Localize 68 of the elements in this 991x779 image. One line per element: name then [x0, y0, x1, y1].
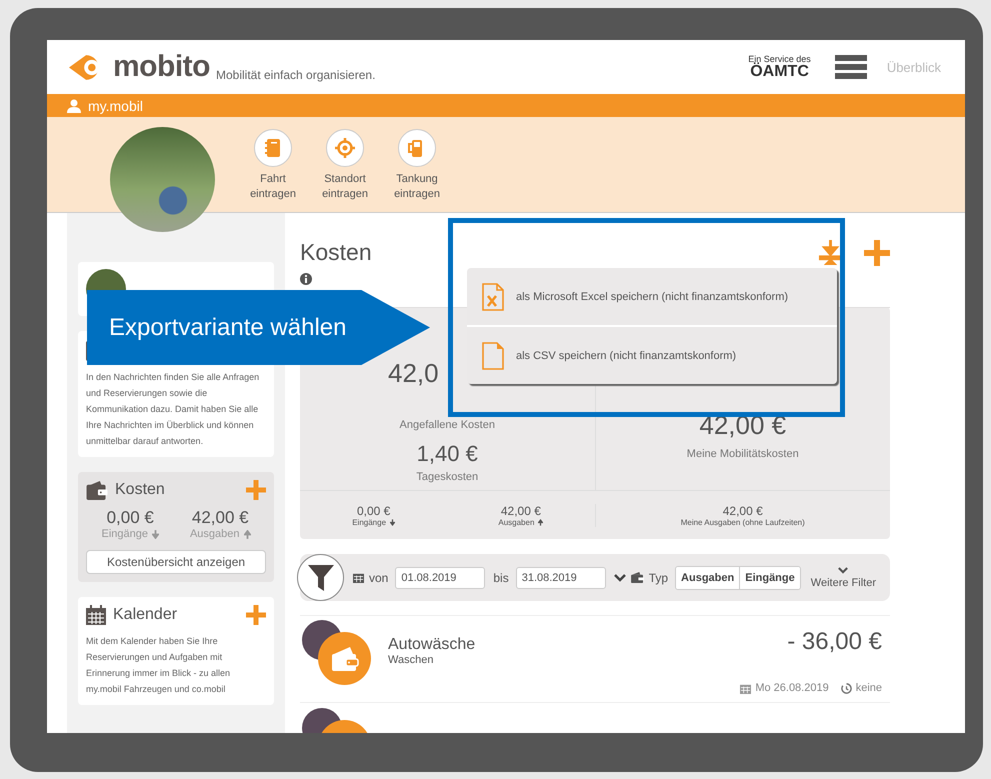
- more-filters-button[interactable]: Weitere Filter: [810, 566, 876, 588]
- type-label: Typ: [648, 570, 668, 584]
- income-label: Eingänge: [352, 518, 386, 526]
- section-title: my.mobil: [88, 98, 143, 114]
- wallet-icon: [330, 646, 360, 672]
- cost-overview-button[interactable]: Kostenübersicht anzeigen: [86, 550, 266, 574]
- from-label: von: [369, 570, 388, 584]
- expenses-label: Ausgaben: [190, 528, 240, 540]
- daily-label: Tageskosten: [416, 471, 478, 483]
- info-icon[interactable]: [300, 273, 312, 285]
- export-option[interactable]: als CSV speichern (nicht finanzamtskonform): [467, 327, 837, 384]
- service-name: ÖAMTC: [750, 64, 809, 80]
- entry-category: Waschen: [388, 654, 434, 666]
- arrow-down-icon: [152, 530, 159, 538]
- wallet-icon: [86, 480, 108, 500]
- entry-date: Mo 26.08.2019: [755, 682, 829, 694]
- entry-amount: - 36,00 €: [787, 628, 882, 656]
- calendar-icon: [353, 572, 364, 583]
- chevron-down-icon[interactable]: [614, 574, 626, 582]
- logo-text: mobito: [113, 50, 210, 84]
- card-text: Mit dem Kalender haben Sie Ihre Reservierungen und Aufgaben mit Erinnerung immer im Blick - zu allen my.mobil Fahrzeugen und co.mobil: [86, 635, 232, 696]
- income-label: Eingänge: [101, 528, 148, 540]
- expenses-amount: 42,00 €: [192, 508, 249, 528]
- mobility-label: Meine Mobilitätskosten: [686, 448, 799, 460]
- funnel-icon: [308, 564, 334, 590]
- entry-title: Autowäsche: [388, 636, 476, 654]
- card-title: Kosten: [115, 481, 165, 499]
- action-label: Tankung eintragen: [393, 172, 441, 202]
- income-amount: 0,00 €: [106, 508, 154, 528]
- filter-button[interactable]: [297, 554, 344, 601]
- tagline: Mobilität einfach organisieren.: [216, 68, 376, 82]
- entry-repeat: keine: [856, 682, 882, 694]
- income-amount: 0,00 €: [356, 504, 390, 518]
- file-icon: [482, 342, 504, 370]
- my-expenses-amount: 42,00 €: [722, 504, 763, 518]
- excel-file-icon: [482, 282, 504, 310]
- chevron-down-icon: [838, 566, 848, 574]
- from-date-field[interactable]: 01.08.2019: [395, 566, 486, 588]
- calendar-icon: [740, 682, 752, 694]
- daily-amount: 1,40 €: [416, 441, 478, 467]
- to-date-field[interactable]: 31.08.2019: [516, 566, 606, 588]
- action-label: Fahrt eintragen: [249, 172, 297, 202]
- repeat-icon: [840, 682, 852, 694]
- incurred-label: Angefallene Kosten: [400, 419, 495, 431]
- menu-icon[interactable]: [834, 55, 867, 79]
- my-expenses-label: Meine Ausgaben (ohne Laufzeiten): [680, 518, 805, 526]
- cost-entry[interactable]: Autowäsche Waschen - 36,00 € Mo 26.08.2019 keine: [300, 615, 890, 703]
- type-toggle-button[interactable]: Eingänge: [740, 566, 800, 588]
- to-label: bis: [493, 570, 509, 584]
- action-label: Standort eintragen: [321, 172, 369, 202]
- wallet-icon: [630, 572, 644, 583]
- card-text: In den Nachrichten finden Sie alle Anfragen und Reservierungen sowie die Kommunikation dazu. Damit haben Sie alle Ihre Nachrichten im Überblick und können unmittelbar darauf antworten.: [86, 371, 260, 448]
- arrow-down-icon: [390, 518, 396, 526]
- expenses-label: Ausgaben: [498, 518, 534, 526]
- crosshair-icon: [335, 138, 355, 158]
- user-icon: [67, 98, 81, 112]
- arrow-up-icon: [538, 518, 544, 526]
- export-hint-tooltip: Exportvariante wählen: [87, 290, 430, 365]
- type-toggle-button[interactable]: Ausgaben: [676, 566, 740, 588]
- download-icon[interactable]: [818, 240, 843, 265]
- service-label: Ein Service des: [748, 54, 811, 64]
- expenses-amount: 42,00 €: [500, 504, 541, 518]
- card-title: Kalender: [113, 606, 178, 624]
- page-title: Kosten: [300, 240, 372, 264]
- arrow-up-icon: [244, 530, 250, 538]
- notebook-icon: [263, 138, 283, 158]
- export-option[interactable]: als Microsoft Excel speichern (nicht finanzamtskonform): [467, 268, 837, 327]
- calendar-icon: [86, 605, 106, 625]
